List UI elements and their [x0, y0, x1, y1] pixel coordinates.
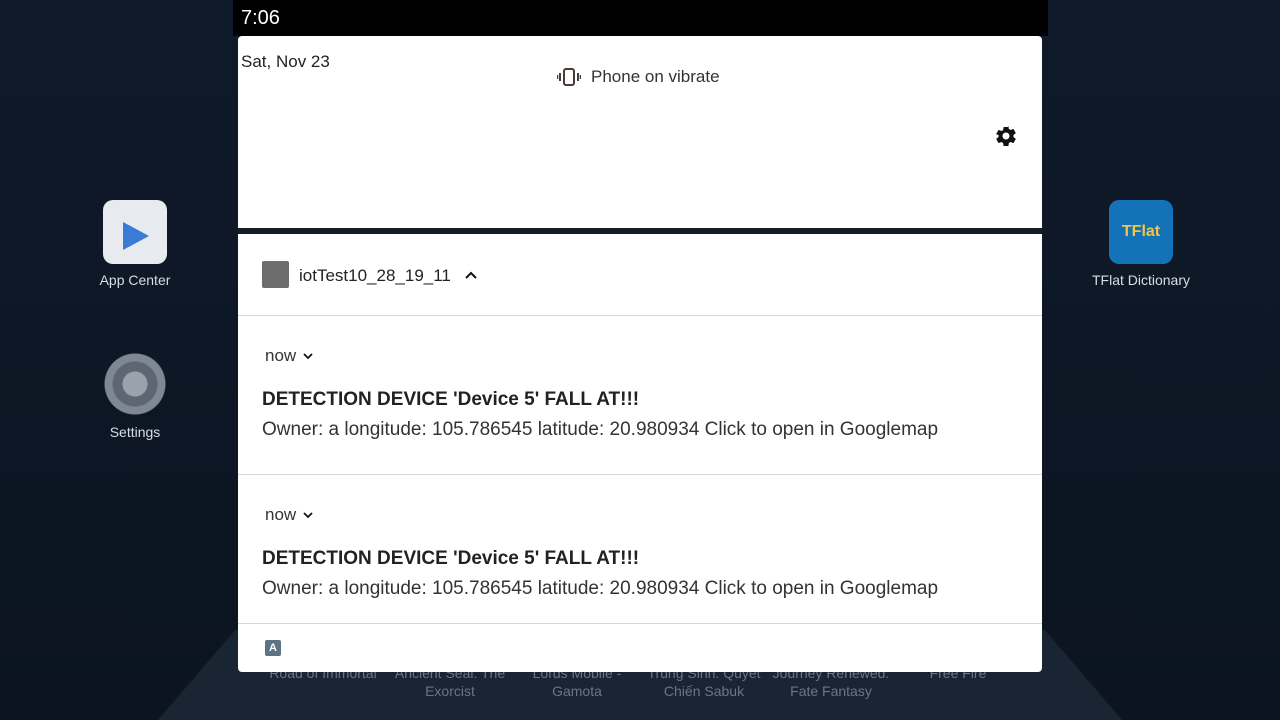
tflat-label: TFlat Dictionary: [1091, 272, 1191, 288]
notification-item[interactable]: now DETECTION DEVICE 'Device 5' FALL AT!…: [238, 475, 1042, 624]
ringer-status-label: Phone on vibrate: [591, 67, 720, 86]
notification-title: DETECTION DEVICE 'Device 5' FALL AT!!!: [262, 389, 640, 410]
app-name: iotTest10_28_19_11: [299, 266, 451, 285]
clock: 7:06: [241, 7, 280, 29]
notification-time: now: [265, 346, 297, 365]
notification-panel: iotTest10_28_19_11 now DETECTION DEVICE …: [238, 234, 1042, 672]
notification-item[interactable]: now DETECTION DEVICE 'Device 5' FALL AT!…: [238, 316, 1042, 475]
notification-time-toggle[interactable]: now: [265, 505, 314, 525]
keyboard-icon[interactable]: A: [265, 640, 281, 656]
settings-shortcut[interactable]: Settings: [80, 352, 190, 440]
app-center-shortcut[interactable]: App Center: [80, 200, 190, 288]
quick-settings-panel: Sat, Nov 23 Phone on vibrate: [238, 36, 1042, 228]
notification-title: DETECTION DEVICE 'Device 5' FALL AT!!!: [262, 548, 640, 569]
ringer-status[interactable]: Phone on vibrate: [557, 67, 720, 87]
tflat-icon: TFlat: [1109, 200, 1173, 264]
chevron-down-icon: [303, 512, 313, 519]
notification-body: Owner: a longitude: 105.786545 latitude:…: [262, 419, 939, 440]
settings-label: Settings: [109, 424, 161, 440]
gear-icon[interactable]: [994, 124, 1018, 148]
tflat-dictionary-shortcut[interactable]: TFlat TFlat Dictionary: [1086, 200, 1196, 288]
app-center-icon: [103, 200, 167, 264]
chevron-down-icon: [303, 353, 313, 360]
vibrate-icon: [557, 68, 581, 86]
notification-body: Owner: a longitude: 105.786545 latitude:…: [262, 578, 939, 599]
app-center-label: App Center: [99, 272, 171, 288]
date-label: Sat, Nov 23: [241, 52, 330, 71]
chevron-up-icon[interactable]: [464, 268, 478, 282]
notification-time: now: [265, 505, 297, 524]
status-bar: 7:06: [233, 0, 1048, 36]
notification-group-header[interactable]: iotTest10_28_19_11: [238, 234, 1042, 316]
notification-time-toggle[interactable]: now: [265, 346, 314, 366]
settings-app-icon: [103, 352, 167, 416]
app-icon: [262, 261, 289, 288]
